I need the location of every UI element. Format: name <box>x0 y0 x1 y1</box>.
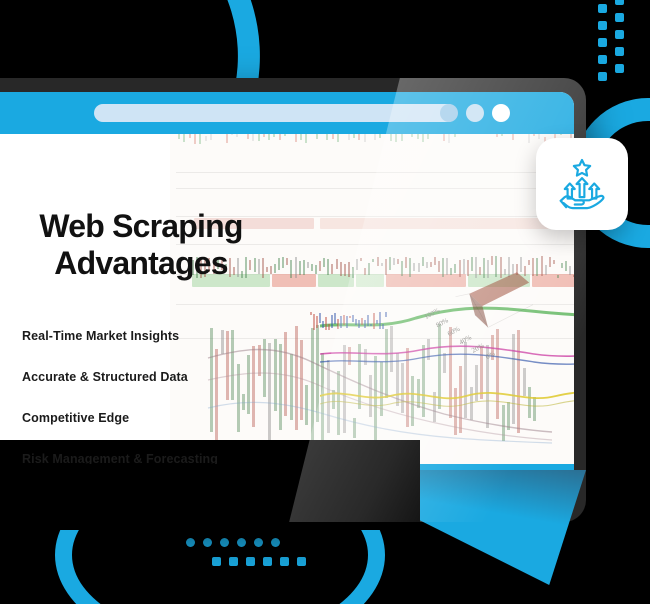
page-title-line-1: Web Scraping <box>39 208 243 244</box>
page-viewport: 15 10 5 0 100% 80% 60% 40% 20% <box>0 134 574 464</box>
page-title-line-2: Advantages <box>54 245 228 282</box>
window-dot-1-icon[interactable] <box>440 104 458 122</box>
feature-item-risk-management-forecasting: Risk Management & Forecasting <box>22 451 219 464</box>
advantage-badge[interactable] <box>536 138 628 230</box>
window-controls <box>440 104 510 122</box>
hand-holding-growth-arrows-star-icon <box>559 158 605 210</box>
window-dot-3-icon[interactable] <box>492 104 510 122</box>
decorative-dots-top-right <box>598 0 638 84</box>
browser-window-screen: 15 10 5 0 100% 80% 60% 40% 20% <box>0 92 574 506</box>
content-block: Web Scraping Advantages Real-Time Market… <box>22 208 322 464</box>
address-bar[interactable] <box>94 104 457 122</box>
browser-titlebar <box>0 92 574 134</box>
feature-item-real-time-market-insights: Real-Time Market Insights <box>22 328 180 343</box>
feature-list: Real-Time Market Insights Accurate & Str… <box>22 329 282 464</box>
browser-window: 15 10 5 0 100% 80% 60% 40% 20% <box>0 78 586 522</box>
window-dot-2-icon[interactable] <box>466 104 484 122</box>
feature-item-accurate-structured-data: Accurate & Structured Data <box>22 369 188 384</box>
page-title: Web Scraping Advantages <box>22 208 260 283</box>
feature-item-competitive-edge: Competitive Edge <box>22 410 130 425</box>
screenshot-stage: 15 10 5 0 100% 80% 60% 40% 20% <box>0 0 650 604</box>
